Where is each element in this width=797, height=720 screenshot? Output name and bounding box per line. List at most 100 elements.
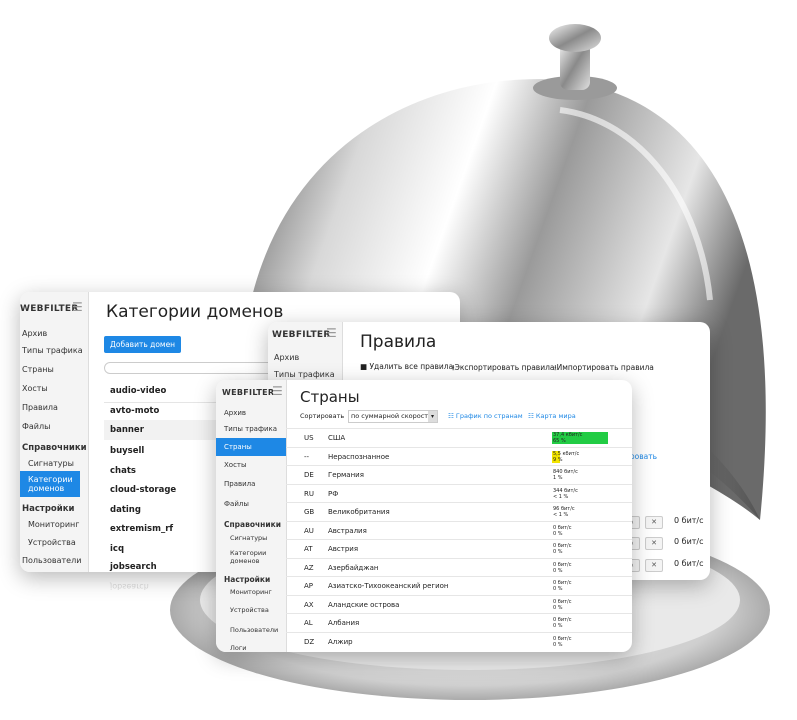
country-code: AP <box>304 582 314 590</box>
close-icon[interactable]: ✕ <box>645 559 663 572</box>
map-link-label: Карта мира <box>535 412 576 420</box>
category-item[interactable]: audio-video <box>110 386 166 396</box>
country-name: Азербайджан <box>328 563 379 572</box>
table-row[interactable]: RU РФ 344 бит/с < 1 % <box>286 483 632 504</box>
sidebar-item-files[interactable]: Файлы <box>216 494 286 514</box>
category-item[interactable]: icq <box>110 544 124 554</box>
sidebar-item-signatures[interactable]: Сигнатуры <box>20 456 88 471</box>
category-item[interactable]: chats <box>110 466 136 476</box>
sidebar-item-rules[interactable]: Правила <box>20 398 88 417</box>
export-rules-button[interactable]: ⭳Экспортировать правила <box>452 362 555 375</box>
sidebar-item-domain-categories[interactable]: Категории доменов <box>216 545 278 569</box>
country-name: Германия <box>328 471 364 479</box>
sidebar-section-settings: Настройки <box>22 504 75 514</box>
sort-select[interactable]: по суммарной скорости ▾ <box>348 410 438 423</box>
category-item[interactable]: cloud-storage <box>110 485 176 495</box>
country-name: Великобритания <box>328 508 390 516</box>
sidebar-item-domain-categories[interactable]: Категории доменов <box>20 471 80 497</box>
table-row[interactable]: AP Азиатско-Тихоокеанский регион 0 бит/с 0 … <box>286 576 632 596</box>
sidebar-item-archive[interactable]: Архив <box>216 406 286 420</box>
sidebar-item-hosts[interactable]: Хосты <box>20 379 88 398</box>
rate-value: 0 бит/с <box>674 537 704 546</box>
country-name: Нераспознанное <box>328 452 390 461</box>
country-code: AU <box>304 526 314 535</box>
speed-percent: < 1 % <box>553 493 569 500</box>
table-row[interactable]: AL Албания 0 бит/с 0 % <box>286 613 632 633</box>
brand-logo: WEBFILTER <box>222 388 275 397</box>
country-code: AX <box>304 600 314 609</box>
reflection: jobsearch <box>110 582 149 591</box>
page-title: Категории доменов <box>106 302 284 322</box>
menu-icon[interactable]: ☰ <box>326 326 337 340</box>
table-row[interactable]: AX Аландские острова 0 бит/с 0 % <box>286 594 632 615</box>
speed-percent: 9 % <box>553 456 563 463</box>
speed-percent: 1 % <box>553 475 563 481</box>
delete-rules-button[interactable]: ■ Удалить все правила <box>360 362 453 371</box>
close-icon[interactable]: ✕ <box>645 516 663 529</box>
import-rules-button[interactable]: ⭳Импортировать правила <box>554 362 654 375</box>
sidebar-nav: Архив Типы трафика <box>268 350 342 384</box>
country-name: США <box>328 434 346 442</box>
close-icon[interactable]: ✕ <box>645 537 663 550</box>
sidebar-item-traffic-types[interactable]: Типы трафика <box>20 341 88 360</box>
brand-logo: WEBFILTER <box>20 304 79 314</box>
sidebar-item-users[interactable]: Пользователи <box>20 553 88 568</box>
search-input[interactable] <box>104 362 286 374</box>
page-title: Страны <box>300 388 360 406</box>
country-code: DE <box>304 471 314 479</box>
window-countries: WEBFILTER ☰ Архив Типы трафика Страны Хо… <box>216 380 632 652</box>
sidebar-item-logs[interactable]: Логи <box>216 638 286 652</box>
sidebar-item-users[interactable]: Пользователи <box>216 622 286 638</box>
sidebar-item-traffic-types[interactable]: Типы трафика <box>216 420 286 438</box>
sidebar-item-devices[interactable]: Устройства <box>20 532 88 553</box>
sidebar-item-monitoring[interactable]: Мониторинг <box>20 517 88 532</box>
table-row[interactable]: DZ Алжир 0 бит/с 0 % <box>286 631 632 652</box>
table-row[interactable]: AZ Азербайджан 0 бит/с 0 % <box>286 557 632 578</box>
table-row[interactable]: AU Австралия 0 бит/с 0 % <box>286 520 632 541</box>
table-row[interactable]: AT Австрия 0 бит/с 0 % <box>286 539 632 559</box>
table-row[interactable]: GB Великобритания 96 бит/с < 1 % <box>286 502 632 522</box>
import-rules-label: Импортировать правила <box>556 363 654 372</box>
sidebar-item-countries[interactable]: Страны <box>20 360 88 379</box>
country-code: AT <box>304 545 313 553</box>
sidebar-section-references: Справочники <box>22 443 87 453</box>
sidebar-item-countries[interactable]: Страны <box>216 438 286 456</box>
speed-percent: 65 % <box>553 438 566 444</box>
brand-logo: WEBFILTER <box>272 330 331 340</box>
country-code: AL <box>304 619 313 627</box>
country-name: Азиатско-Тихоокеанский регион <box>328 582 449 590</box>
sidebar: WEBFILTER ☰ Архив Типы трафика Страны Хо… <box>216 380 287 652</box>
table-row[interactable]: -- Нераспознанное 5,5 кбит/с 9 % <box>286 446 632 467</box>
sidebar-item-files[interactable]: Файлы <box>20 417 88 436</box>
table-row[interactable]: US США 37,4 кбит/с 65 % <box>286 428 632 448</box>
rate-value: 0 бит/с <box>674 559 704 568</box>
country-code: US <box>304 434 314 442</box>
sidebar-item-archive[interactable]: Архив <box>268 350 342 365</box>
category-item[interactable]: avto-moto <box>110 406 159 416</box>
speed-percent: 0 % <box>553 530 563 537</box>
sort-select-value: по суммарной скорости <box>351 412 433 420</box>
world-map-link[interactable]: ☷ Карта мира <box>528 412 576 420</box>
sidebar-item-hosts[interactable]: Хосты <box>216 456 286 474</box>
category-item[interactable]: extremism_rf <box>110 524 173 534</box>
delete-rules-label: Удалить все правила <box>369 362 454 371</box>
table-row[interactable]: DE Германия 840 бит/с 1 % <box>286 465 632 485</box>
menu-icon[interactable]: ☰ <box>272 384 283 398</box>
country-name: Албания <box>328 619 360 627</box>
category-item[interactable]: buysell <box>110 446 144 456</box>
category-item[interactable]: banner <box>110 425 144 435</box>
sidebar-item-signatures[interactable]: Сигнатуры <box>216 531 286 545</box>
sidebar-item-archive[interactable]: Архив <box>20 326 88 341</box>
sidebar-nav: Архив Типы трафика Страны Хосты Правила … <box>216 406 286 652</box>
sidebar-item-monitoring[interactable]: Мониторинг <box>216 586 286 598</box>
country-code: GB <box>304 508 315 516</box>
menu-icon[interactable]: ☰ <box>72 300 83 314</box>
category-item[interactable]: jobsearch <box>110 562 157 572</box>
country-name: РФ <box>328 489 339 498</box>
add-domain-button[interactable]: Добавить домен <box>104 336 182 353</box>
country-name: Аландские острова <box>328 600 400 609</box>
category-item[interactable]: dating <box>110 505 141 515</box>
sidebar-item-devices[interactable]: Устройства <box>216 598 286 622</box>
sidebar-item-rules[interactable]: Правила <box>216 474 286 494</box>
chart-by-countries-link[interactable]: ☷ График по странам <box>448 412 523 420</box>
